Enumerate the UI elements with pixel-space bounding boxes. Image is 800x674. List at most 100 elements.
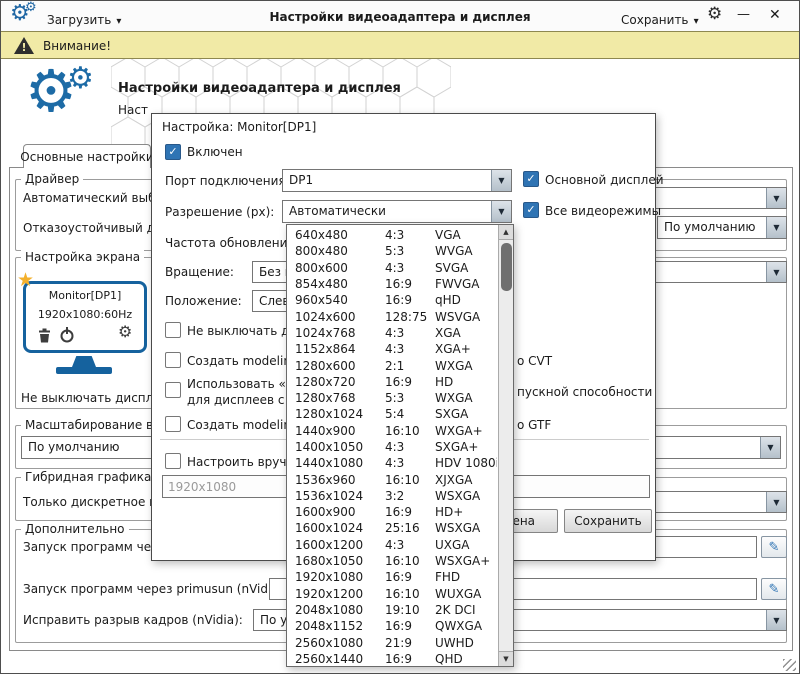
resolution-option[interactable]: 1536x96016:10XJXGA <box>287 471 497 487</box>
resolution-option[interactable]: 1600x12004:3UXGA <box>287 537 497 553</box>
resolution-option[interactable]: 800x4805:3WVGA <box>287 243 497 259</box>
resolution-option[interactable]: 800x6004:3SVGA <box>287 260 497 276</box>
resolution-option[interactable]: 1680x105016:10WSXGA+ <box>287 553 497 569</box>
resolution-option[interactable]: 1400x10504:3SXGA+ <box>287 439 497 455</box>
resolution-option[interactable]: 854x48016:9FWVGA <box>287 276 497 292</box>
port-select[interactable]: DP1 ▼ <box>282 169 512 192</box>
enabled-checkbox[interactable]: ✓ <box>165 144 181 160</box>
modeline-gtf-label-tail: о GTF <box>517 418 551 432</box>
power-icon[interactable] <box>59 327 75 343</box>
manual-checkbox[interactable] <box>165 453 181 469</box>
resolution-option[interactable]: 640x4804:3VGA <box>287 227 497 243</box>
combo-arrow-icon: ▼ <box>766 610 786 630</box>
position-label: Положение: <box>165 294 242 308</box>
warning-icon: ! <box>13 36 35 55</box>
resolution-option[interactable]: 2560x144016:9QHD <box>287 651 497 666</box>
save-menu-button[interactable]: Сохранить ▾ <box>621 9 699 28</box>
resolution-option[interactable]: 1280x7685:3WXGA <box>287 390 497 406</box>
trash-icon[interactable] <box>38 328 51 343</box>
caret-down-icon: ▾ <box>694 16 699 27</box>
combo-arrow-icon: ▼ <box>760 437 780 458</box>
svg-text:!: ! <box>21 41 26 54</box>
tab-main-settings[interactable]: Основные настройки <box>23 144 151 168</box>
pencil-icon: ✎ <box>769 582 780 597</box>
port-label: Порт подключения: <box>165 174 290 188</box>
resolution-dropdown-list: 640x4804:3VGA800x4805:3WVGA800x6004:3SVG… <box>286 224 514 667</box>
resolution-option[interactable]: 1280x6002:1WXGA <box>287 357 497 373</box>
resolution-option[interactable]: 1600x90016:9HD+ <box>287 504 497 520</box>
all-modes-checkbox[interactable]: ✓ <box>523 202 539 218</box>
resolution-option[interactable]: 2048x115216:9QWXGA <box>287 618 497 634</box>
no-poweroff-checkbox[interactable] <box>165 322 181 338</box>
resolution-option[interactable]: 960x54016:9qHD <box>287 292 497 308</box>
resolution-label: Разрешение (px): <box>165 205 274 219</box>
page-title: Настройки видеоадаптера и дисплея <box>118 81 401 96</box>
monitor-gear-icon[interactable]: ⚙ <box>118 322 132 341</box>
dialog-title: Настройка: Monitor[DP1] <box>162 120 316 134</box>
extra-group-legend: Дополнительно <box>21 522 129 536</box>
resolution-option[interactable]: 1600x102425:16WSXGA <box>287 520 497 536</box>
caret-down-icon: ▾ <box>116 16 121 27</box>
resolution-select[interactable]: Автоматически ▼ <box>282 200 512 223</box>
cvt-rb-label-tail: пускной способности <box>517 385 652 399</box>
minimize-button[interactable]: — <box>737 7 750 22</box>
resolution-option[interactable]: 1280x10245:4SXGA <box>287 406 497 422</box>
primary-star-icon: ★ <box>17 269 34 291</box>
driver-group-legend: Драйвер <box>21 172 83 186</box>
close-button[interactable]: ✕ <box>769 7 781 23</box>
cvt-rb-checkbox[interactable] <box>165 382 181 398</box>
scroll-up-button[interactable]: ▲ <box>499 225 513 240</box>
monitor-widget[interactable]: Monitor[DP1] 1920x1080:60Hz ⚙ <box>23 281 147 353</box>
resolution-option[interactable]: 1280x72016:9HD <box>287 374 497 390</box>
modeline-cvt-label: Создать modeline <box>187 354 298 368</box>
warning-bar: ! Внимание! <box>1 31 799 59</box>
combo-arrow-icon: ▼ <box>491 201 511 222</box>
resolution-option[interactable]: 1920x120016:10WUXGA <box>287 586 497 602</box>
resolution-option[interactable]: 1152x8644:3XGA+ <box>287 341 497 357</box>
extra-row3-label: Исправить разрыв кадров (nVidia): <box>23 613 243 627</box>
modeline-gtf-checkbox[interactable] <box>165 416 181 432</box>
resolution-option[interactable]: 1536x10243:2WSXGA <box>287 488 497 504</box>
screen-note-fragment: Не выключать диспл <box>21 391 153 405</box>
modeline-gtf-label: Создать modeline <box>187 418 298 432</box>
app-gear-small-icon: ⚙ <box>25 0 37 15</box>
rotation-label: Вращение: <box>165 265 234 279</box>
all-modes-label: Все видеорежимы <box>545 204 661 218</box>
save-button[interactable]: Сохранить <box>564 509 652 533</box>
monitor-mode: 1920x1080:60Hz <box>26 308 144 321</box>
arrow-down-icon: ▼ <box>503 655 508 663</box>
resolution-option[interactable]: 1024x7684:3XGA <box>287 325 497 341</box>
resize-grip[interactable] <box>783 659 796 671</box>
driver-auto-label: Автоматический выбо <box>23 191 163 205</box>
resolution-list-scrollbar[interactable]: ▲ ▼ <box>498 225 513 666</box>
extra-row1-edit-button[interactable]: ✎ <box>761 536 787 558</box>
primary-display-label: Основной дисплей <box>545 173 664 187</box>
enabled-label: Включен <box>187 145 243 159</box>
load-button[interactable]: Загрузить ▾ <box>47 9 121 28</box>
resolution-option[interactable]: 1920x108016:9FHD <box>287 569 497 585</box>
screen-group-legend: Настройка экрана <box>21 250 144 264</box>
primary-display-checkbox[interactable]: ✓ <box>523 171 539 187</box>
hybrid-group-legend: Гибридная графика <box>21 470 155 484</box>
resolution-option[interactable]: 2048x108019:102K DCI <box>287 602 497 618</box>
scroll-thumb[interactable] <box>501 243 512 291</box>
combo-arrow-icon: ▼ <box>766 492 786 512</box>
scroll-down-button[interactable]: ▼ <box>499 651 513 666</box>
resolution-option[interactable]: 1024x600128:75WSVGA <box>287 308 497 324</box>
arrow-up-icon: ▲ <box>503 228 508 236</box>
monitor-name: Monitor[DP1] <box>26 289 144 302</box>
combo-arrow-icon: ▼ <box>766 188 786 208</box>
resolution-list-rows: 640x4804:3VGA800x4805:3WVGA800x6004:3SVG… <box>287 227 497 666</box>
monitor-stand-base <box>56 367 112 374</box>
resolution-option[interactable]: 2560x108021:9UWHD <box>287 634 497 650</box>
resolution-option[interactable]: 1440x10804:3HDV 1080i <box>287 455 497 471</box>
extra-row2-edit-button[interactable]: ✎ <box>761 578 787 600</box>
modeline-cvt-checkbox[interactable] <box>165 352 181 368</box>
extra-row1-label: Запуск программ чер <box>23 540 159 554</box>
driver-failsafe-select[interactable]: По умолчанию ▼ <box>657 216 787 239</box>
page-subtitle-fragment: Наст <box>118 103 148 117</box>
resolution-option[interactable]: 1440x90016:10WXGA+ <box>287 423 497 439</box>
settings-gear-icon[interactable]: ⚙ <box>707 4 722 24</box>
driver-failsafe-label: Отказоустойчивый др <box>23 221 163 235</box>
refresh-rate-label: Частота обновления <box>165 236 295 250</box>
